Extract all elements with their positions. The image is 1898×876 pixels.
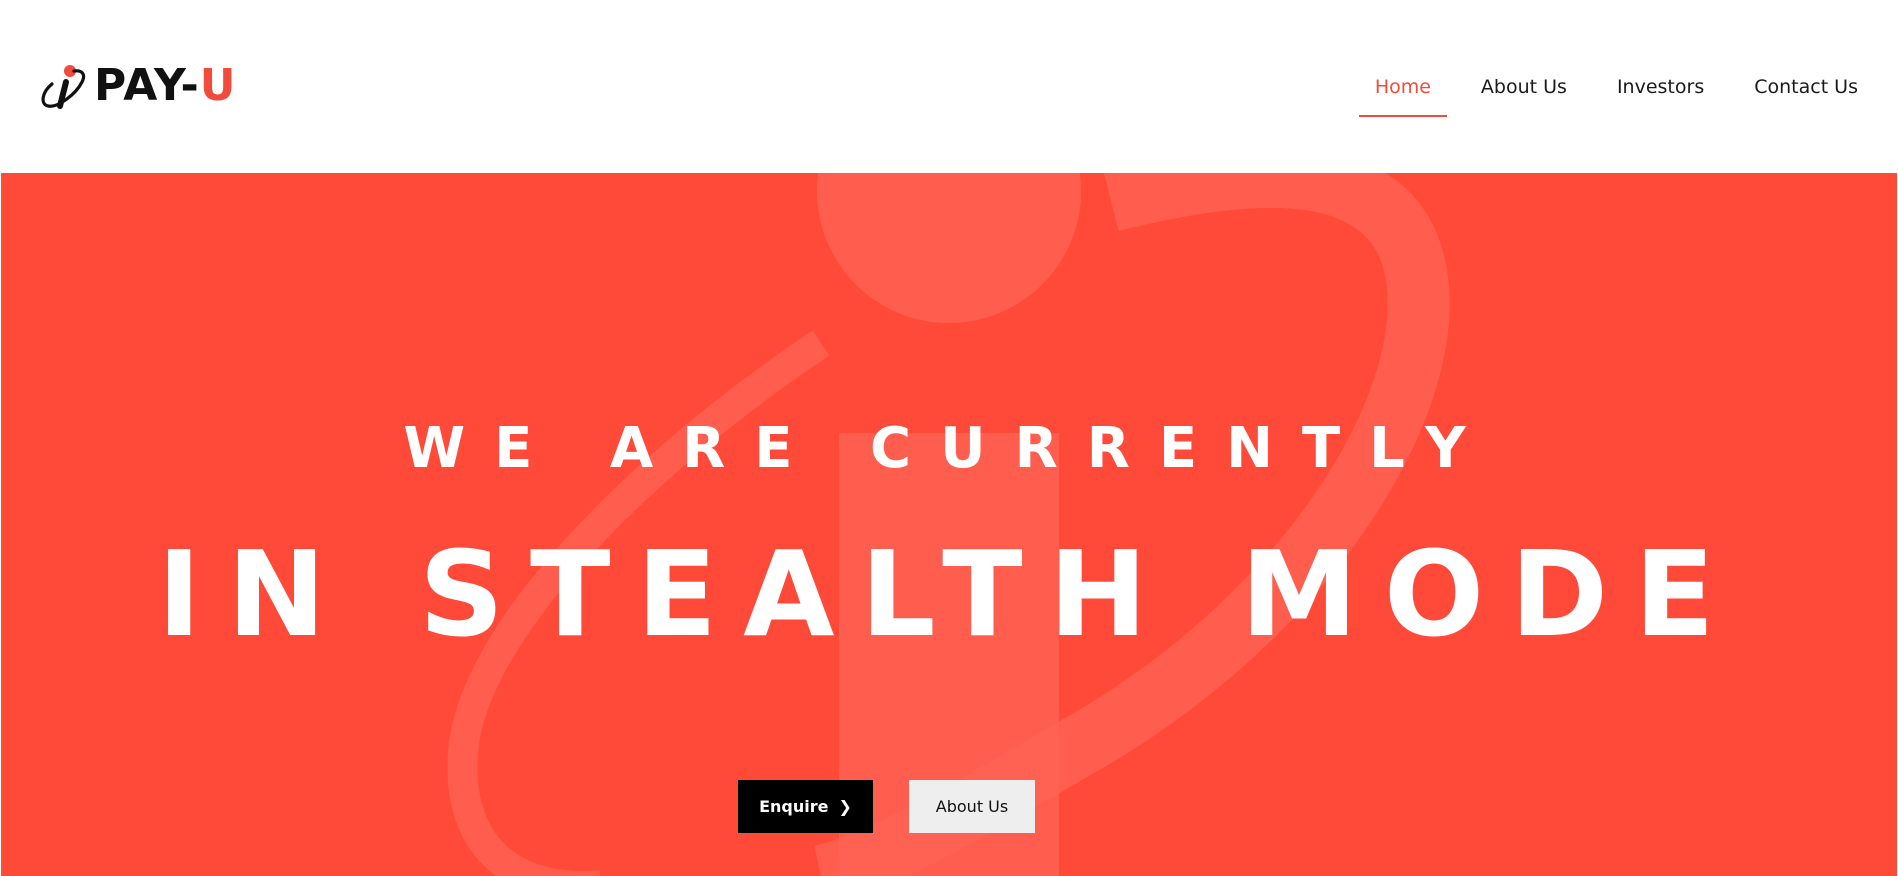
nav-item-investors[interactable]: Investors <box>1601 70 1720 117</box>
page: PAY-U Home About Us Investors Contact Us… <box>0 0 1898 876</box>
nav-item-about-us[interactable]: About Us <box>1465 70 1583 117</box>
main-nav: Home About Us Investors Contact Us <box>1341 70 1874 117</box>
nav-item-contact-us[interactable]: Contact Us <box>1738 70 1874 117</box>
brand-name-accent: U <box>199 60 237 111</box>
nav-item-home[interactable]: Home <box>1358 70 1448 117</box>
hero-section: WE ARE CURRENTLY IN STEALTH MODE Enquire… <box>1 173 1897 876</box>
info-i-orbit-icon <box>41 65 86 109</box>
about-us-button[interactable]: About Us <box>909 780 1035 833</box>
hero-title: IN STEALTH MODE <box>157 525 1741 663</box>
brand-name: PAY-U <box>94 64 236 108</box>
enquire-button-label: Enquire <box>759 797 829 816</box>
chevron-right-icon: ❯ <box>838 797 852 816</box>
enquire-button[interactable]: Enquire ❯ <box>738 780 873 833</box>
site-header: PAY-U Home About Us Investors Contact Us <box>0 0 1898 173</box>
brand-name-main: PAY- <box>94 60 200 111</box>
about-us-button-label: About Us <box>935 797 1009 816</box>
hero-subtitle: WE ARE CURRENTLY <box>403 416 1495 481</box>
logo-link[interactable]: PAY-U <box>40 60 236 112</box>
